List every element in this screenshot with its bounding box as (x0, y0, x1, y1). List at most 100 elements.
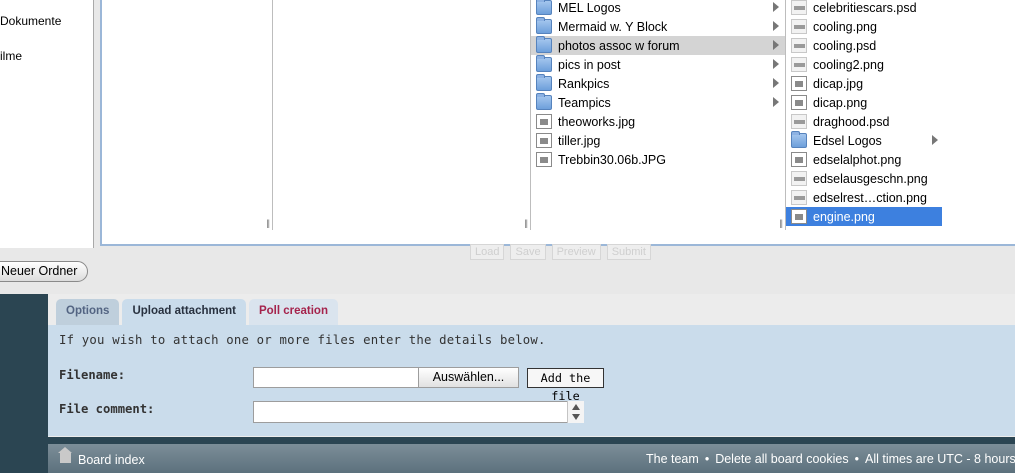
file-name: photos assoc w forum (558, 38, 680, 53)
footer-links: The team • Delete all board cookies • All ti… (646, 452, 1015, 466)
choose-file-button[interactable]: Auswählen... (418, 367, 519, 388)
list-item[interactable]: MEL Logos (531, 0, 785, 17)
column-4: celebritiescars.psd cooling.png cooling.… (786, 0, 942, 230)
list-item[interactable]: edselalphot.png (786, 150, 942, 169)
add-file-button[interactable]: Add the file (527, 368, 604, 403)
list-item[interactable]: Edsel Logos (786, 131, 942, 150)
list-item[interactable]: Rankpics (531, 74, 785, 93)
timezone-text: All times are UTC - 8 hours (865, 452, 1015, 466)
list-item[interactable]: draghood.psd (786, 112, 942, 131)
image-thumbnail-icon (791, 57, 807, 72)
load-button: Load (470, 244, 505, 260)
image-file-icon (536, 133, 552, 148)
image-thumbnail-icon (791, 171, 807, 186)
column-2: || (273, 0, 531, 230)
file-name: theoworks.jpg (558, 114, 636, 129)
image-thumbnail-icon (791, 0, 807, 15)
sidebar-item-movies[interactable]: ilme (0, 49, 22, 63)
home-icon (58, 447, 72, 463)
board-index-link[interactable]: Board index (78, 453, 145, 467)
folder-icon (536, 55, 552, 72)
list-item[interactable]: edselrest…ction.png (786, 188, 942, 207)
file-name: celebritiescars.psd (813, 0, 917, 15)
image-file-icon (536, 152, 552, 167)
file-name: dicap.png (813, 95, 868, 110)
file-name: tiller.jpg (558, 133, 601, 148)
file-name: edselausgeschn.png (813, 171, 928, 186)
image-thumbnail-icon (791, 38, 807, 53)
list-item[interactable]: Trebbin30.06b.JPG (531, 150, 785, 169)
image-file-icon (791, 152, 807, 167)
file-name: edselalphot.png (813, 152, 902, 167)
list-item[interactable]: tiller.jpg (531, 131, 785, 150)
chevron-right-icon (932, 135, 938, 145)
file-name: Rankpics (558, 76, 610, 91)
list-item[interactable]: cooling2.png (786, 55, 942, 74)
chevron-right-icon (773, 78, 779, 88)
upload-attachment-panel: If you wish to attach one or more files … (48, 325, 1015, 436)
file-name: draghood.psd (813, 114, 890, 129)
folder-icon (536, 0, 552, 15)
folder-icon (536, 74, 552, 91)
chevron-right-icon (773, 40, 779, 50)
file-name: cooling.psd (813, 38, 877, 53)
column-resize-handle[interactable]: || (266, 218, 270, 228)
file-name: Edsel Logos (813, 133, 882, 148)
new-folder-button[interactable]: Neuer Ordner (0, 261, 89, 282)
column-browser: || || MEL Logos Mermaid w. Y Block photo… (100, 0, 1015, 246)
folder-icon (536, 17, 552, 34)
list-item[interactable]: celebritiescars.psd (786, 0, 942, 17)
list-item[interactable]: edselausgeschn.png (786, 169, 942, 188)
tab-upload-attachment[interactable]: Upload attachment (122, 299, 246, 325)
image-thumbnail-icon (791, 114, 807, 129)
file-name: edselrest…ction.png (813, 190, 927, 205)
file-name: engine.png (813, 209, 875, 224)
separator: • (704, 452, 710, 466)
list-item[interactable]: theoworks.jpg (531, 112, 785, 131)
file-name: MEL Logos (558, 0, 621, 15)
sidebar-item-documents[interactable]: Dokumente (0, 14, 61, 28)
arrow-up-icon[interactable] (572, 404, 580, 410)
image-file-icon (791, 76, 807, 91)
column-3: MEL Logos Mermaid w. Y Block photos asso… (531, 0, 786, 230)
upload-instructions: If you wish to attach one or more files … (59, 333, 546, 347)
arrow-down-icon[interactable] (572, 414, 580, 420)
folder-icon (536, 93, 552, 110)
preview-button: Preview (551, 244, 601, 260)
list-item-selected[interactable]: photos assoc w forum (531, 36, 785, 55)
list-item[interactable]: dicap.png (786, 93, 942, 112)
file-name: cooling.png (813, 19, 877, 34)
image-file-icon (791, 209, 807, 224)
file-open-dialog: Dokumente ilme || || MEL Logos Mermaid w… (0, 0, 1015, 294)
delete-cookies-link[interactable]: Delete all board cookies (715, 452, 848, 466)
page-footer: Board index The team • Delete all board co… (48, 444, 1015, 473)
column-resize-handle[interactable]: || (779, 218, 783, 228)
file-name: Mermaid w. Y Block (558, 19, 668, 34)
submit-button: Submit (606, 244, 651, 260)
list-item[interactable]: dicap.jpg (786, 74, 942, 93)
column-1: || (102, 0, 273, 230)
file-name: pics in post (558, 57, 621, 72)
dialog-sidebar: Dokumente ilme (0, 0, 94, 248)
list-item[interactable]: cooling.psd (786, 36, 942, 55)
column-resize-handle[interactable]: || (524, 218, 528, 228)
image-file-icon (791, 95, 807, 110)
comment-scroll-arrows[interactable] (567, 401, 584, 423)
filename-input[interactable] (253, 367, 419, 388)
team-link[interactable]: The team (646, 452, 699, 466)
file-comment-input[interactable] (253, 401, 584, 423)
file-comment-label: File comment: (59, 402, 155, 416)
tab-options[interactable]: Options (56, 299, 120, 325)
chevron-right-icon (773, 97, 779, 107)
image-thumbnail-icon (791, 190, 807, 205)
chevron-right-icon (773, 21, 779, 31)
list-item[interactable]: Mermaid w. Y Block (531, 17, 785, 36)
dimmed-form-buttons: Load Save Preview Submit (470, 244, 651, 260)
list-item-selected[interactable]: engine.png (786, 207, 942, 226)
tab-poll-creation[interactable]: Poll creation (248, 299, 338, 325)
list-item[interactable]: pics in post (531, 55, 785, 74)
filename-label: Filename: (59, 368, 126, 382)
list-item[interactable]: cooling.png (786, 17, 942, 36)
list-item[interactable]: Teampics (531, 93, 785, 112)
image-file-icon (536, 114, 552, 129)
